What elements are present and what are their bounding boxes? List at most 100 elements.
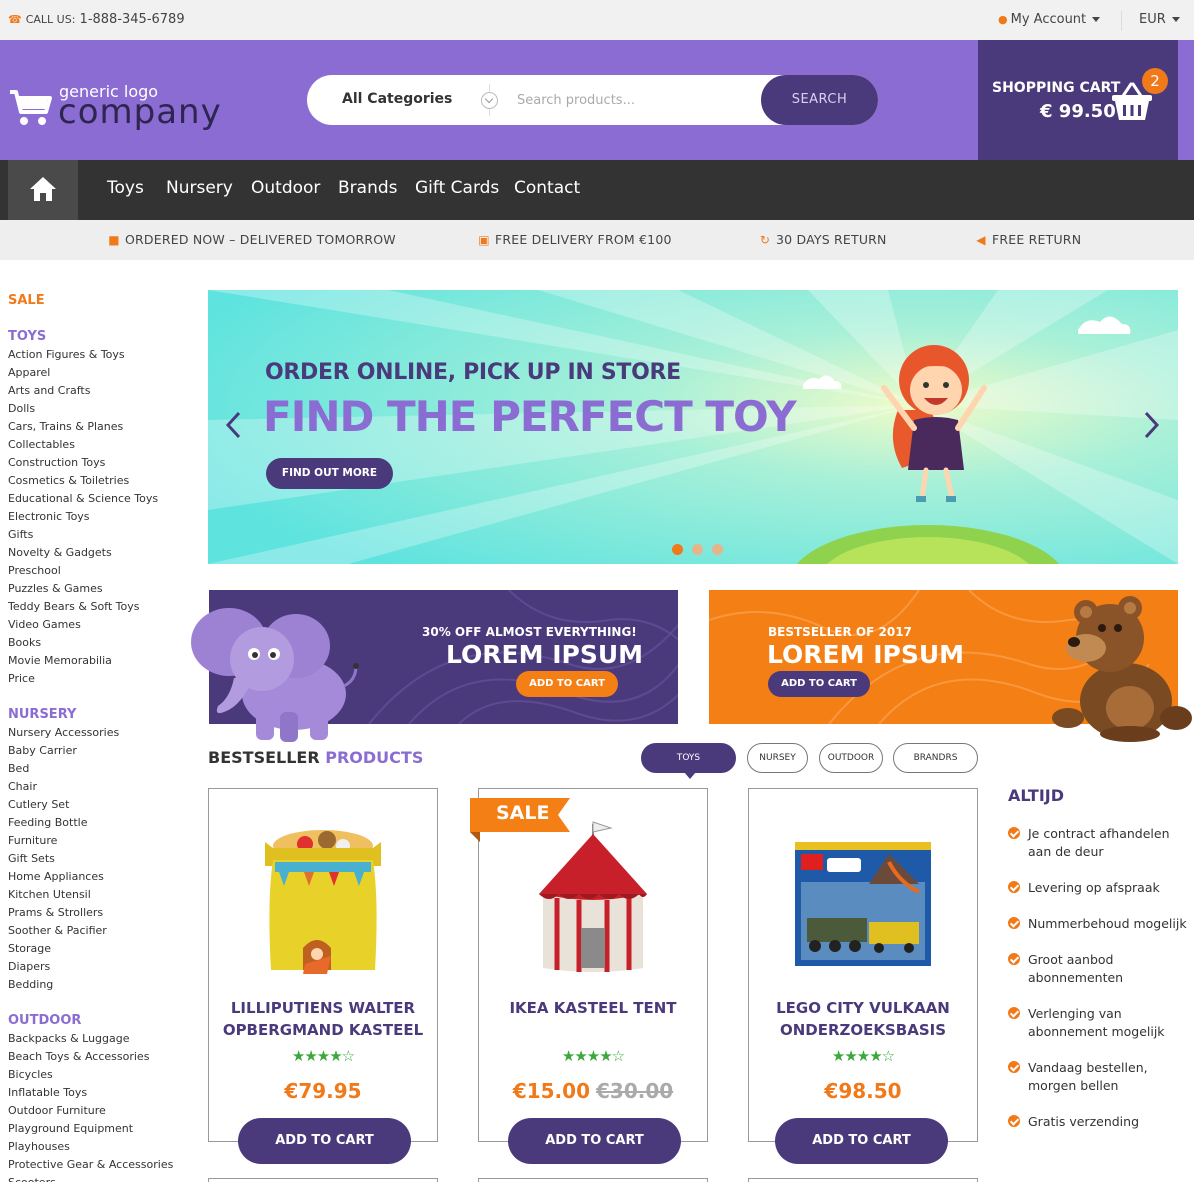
sidebar-item[interactable]: Cars, Trains & Planes bbox=[8, 420, 123, 433]
sidebar-item[interactable]: Inflatable Toys bbox=[8, 1086, 87, 1099]
sidebar-item[interactable]: Kitchen Utensil bbox=[8, 888, 91, 901]
currency-dropdown[interactable]: EUR bbox=[1139, 12, 1180, 27]
slider-dot[interactable] bbox=[712, 544, 723, 555]
search-button[interactable]: SEARCH bbox=[761, 75, 878, 125]
sidebar-item[interactable]: Teddy Bears & Soft Toys bbox=[8, 600, 140, 613]
product-card[interactable] bbox=[208, 1178, 438, 1182]
sidebar-item[interactable]: Cutlery Set bbox=[8, 798, 69, 811]
add-to-cart-button[interactable]: ADD TO CART bbox=[238, 1118, 411, 1164]
nav-item-toys[interactable]: Toys bbox=[107, 178, 144, 198]
tab-brandrs[interactable]: BRANDRS bbox=[893, 743, 978, 773]
chevron-left-icon[interactable] bbox=[224, 410, 244, 440]
category-select[interactable]: All Categories bbox=[342, 91, 452, 107]
sidebar-heading-sale[interactable]: SALE bbox=[8, 293, 45, 308]
usp-item: ■ ORDERED NOW – DELIVERED TOMORROW bbox=[108, 232, 396, 247]
sidebar-item[interactable]: Puzzles & Games bbox=[8, 582, 103, 595]
sidebar-item[interactable]: Scooters bbox=[8, 1176, 56, 1182]
product-name[interactable]: LEGO CITY VULKAAN ONDERZOEKSBASIS bbox=[749, 997, 977, 1041]
product-name[interactable]: IKEA KASTEEL TENT bbox=[479, 997, 707, 1019]
check-circle-icon bbox=[1008, 1061, 1020, 1073]
tab-outdoor[interactable]: OUTDOOR bbox=[819, 743, 883, 773]
product-image[interactable] bbox=[209, 814, 437, 994]
find-out-more-button[interactable]: FIND OUT MORE bbox=[266, 458, 393, 489]
slider-dot[interactable] bbox=[672, 544, 683, 555]
sidebar-item[interactable]: Home Appliances bbox=[8, 870, 104, 883]
sidebar-item[interactable]: Outdoor Furniture bbox=[8, 1104, 106, 1117]
phone-number: 1-888-345-6789 bbox=[79, 12, 185, 27]
sidebar-heading-outdoor[interactable]: OUTDOOR bbox=[8, 1013, 81, 1028]
chevron-down-icon[interactable] bbox=[481, 92, 498, 109]
sidebar-item[interactable]: Collectables bbox=[8, 438, 75, 451]
sidebar-item[interactable]: Video Games bbox=[8, 618, 81, 631]
add-to-cart-button[interactable]: ADD TO CART bbox=[768, 671, 870, 697]
nav-item-contact[interactable]: Contact bbox=[514, 178, 580, 198]
sidebar-item[interactable]: Nursery Accessories bbox=[8, 726, 119, 739]
sidebar-item[interactable]: Bedding bbox=[8, 978, 53, 991]
sidebar-heading-nursery[interactable]: NURSERY bbox=[8, 707, 76, 722]
sidebar-item[interactable]: Bicycles bbox=[8, 1068, 53, 1081]
home-button[interactable] bbox=[8, 160, 78, 220]
star-empty-icon: ☆ bbox=[881, 1047, 895, 1065]
sidebar-item[interactable]: Prams & Strollers bbox=[8, 906, 103, 919]
header: generic logo company All Categories SEAR… bbox=[0, 40, 1194, 160]
sidebar-item[interactable]: Playground Equipment bbox=[8, 1122, 133, 1135]
sidebar-item[interactable]: Construction Toys bbox=[8, 456, 105, 469]
sidebar-item[interactable]: Educational & Science Toys bbox=[8, 492, 158, 505]
tab-nursey[interactable]: NURSEY bbox=[747, 743, 808, 773]
sidebar-item[interactable]: Novelty & Gadgets bbox=[8, 546, 112, 559]
chevron-right-icon[interactable] bbox=[1141, 410, 1161, 440]
sidebar-item[interactable]: Cosmetics & Toiletries bbox=[8, 474, 129, 487]
add-to-cart-button[interactable]: ADD TO CART bbox=[775, 1118, 948, 1164]
sidebar-item[interactable]: Chair bbox=[8, 780, 37, 793]
sidebar-item[interactable]: Preschool bbox=[8, 564, 61, 577]
product-card[interactable]: LEGO CITY VULKAAN ONDERZOEKSBASIS ★★★★☆ … bbox=[748, 788, 978, 1164]
search-input[interactable] bbox=[517, 89, 747, 111]
sidebar-item[interactable]: Action Figures & Toys bbox=[8, 348, 125, 361]
product-card[interactable] bbox=[478, 1178, 708, 1182]
product-card[interactable] bbox=[748, 1178, 978, 1182]
promo-title: LOREM IPSUM bbox=[767, 640, 965, 669]
my-account-dropdown[interactable]: ● My Account bbox=[998, 12, 1101, 27]
star-filled-icon: ★ bbox=[831, 1047, 845, 1065]
nav-item-nursery[interactable]: Nursery bbox=[166, 178, 233, 198]
tab-toys[interactable]: TOYS bbox=[641, 743, 736, 779]
sidebar-item[interactable]: Dolls bbox=[8, 402, 35, 415]
hero-subtitle: ORDER ONLINE, PICK UP IN STORE bbox=[265, 360, 681, 385]
sidebar-item[interactable]: Arts and Crafts bbox=[8, 384, 90, 397]
sidebar-item[interactable]: Price bbox=[8, 672, 35, 685]
slider-dot[interactable] bbox=[692, 544, 703, 555]
sidebar-item[interactable]: Feeding Bottle bbox=[8, 816, 87, 829]
nav-item-brands[interactable]: Brands bbox=[338, 178, 398, 198]
sidebar-item[interactable]: Protective Gear & Accessories bbox=[8, 1158, 173, 1171]
sidebar-heading-toys[interactable]: TOYS bbox=[8, 329, 46, 344]
sidebar-item[interactable]: Electronic Toys bbox=[8, 510, 90, 523]
sidebar-item[interactable]: Bed bbox=[8, 762, 29, 775]
sidebar-item[interactable]: Apparel bbox=[8, 366, 50, 379]
sidebar-item[interactable]: Storage bbox=[8, 942, 51, 955]
product-image[interactable] bbox=[749, 814, 977, 994]
nav-item-outdoor[interactable]: Outdoor bbox=[251, 178, 320, 198]
sidebar-item[interactable]: Playhouses bbox=[8, 1140, 70, 1153]
add-to-cart-button[interactable]: ADD TO CART bbox=[516, 671, 618, 697]
sidebar-item[interactable]: Books bbox=[8, 636, 41, 649]
sidebar-item[interactable]: Gift Sets bbox=[8, 852, 55, 865]
sidebar-item[interactable]: Furniture bbox=[8, 834, 57, 847]
sidebar-item[interactable]: Baby Carrier bbox=[8, 744, 77, 757]
sidebar-item[interactable]: Diapers bbox=[8, 960, 50, 973]
add-to-cart-button[interactable]: ADD TO CART bbox=[508, 1118, 681, 1164]
search-bar: All Categories SEARCH bbox=[307, 75, 878, 125]
sidebar-item[interactable]: Backpacks & Luggage bbox=[8, 1032, 130, 1045]
sidebar-item[interactable]: Beach Toys & Accessories bbox=[8, 1050, 149, 1063]
sidebar-item[interactable]: Gifts bbox=[8, 528, 33, 541]
call-us[interactable]: ☎ CALL US: 1-888-345-6789 bbox=[8, 12, 185, 27]
nav-item-gift-cards[interactable]: Gift Cards bbox=[415, 178, 499, 198]
product-card[interactable]: LILLIPUTIENS WALTER OPBERGMAND KASTEEL ★… bbox=[208, 788, 438, 1164]
product-name[interactable]: LILLIPUTIENS WALTER OPBERGMAND KASTEEL bbox=[209, 997, 437, 1041]
shopping-cart[interactable]: SHOPPING CART € 99.50 2 bbox=[978, 40, 1178, 160]
logo[interactable]: generic logo company bbox=[8, 82, 238, 132]
truck-icon: ■ bbox=[108, 233, 120, 247]
product-card[interactable]: SALE IKEA KASTEEL TENT ★★★★☆ €15.00 €30.0… bbox=[470, 788, 708, 1164]
sidebar-item[interactable]: Soother & Pacifier bbox=[8, 924, 107, 937]
top-bar: ☎ CALL US: 1-888-345-6789 ● My Account EUR bbox=[0, 0, 1194, 40]
sidebar-item[interactable]: Movie Memorabilia bbox=[8, 654, 112, 667]
